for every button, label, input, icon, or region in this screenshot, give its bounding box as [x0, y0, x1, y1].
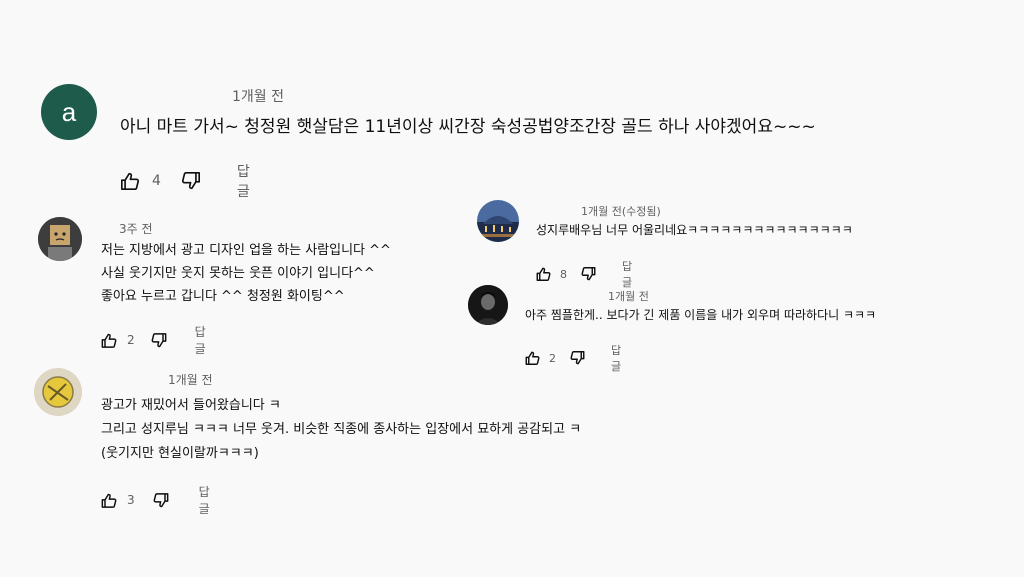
night-city-avatar-icon	[477, 200, 519, 242]
dislike-button[interactable]	[151, 332, 167, 348]
comment-actions: 2 답글	[101, 323, 210, 357]
comment-time[interactable]: 3주 전	[119, 220, 153, 237]
comment-line: 저는 지방에서 광고 디자인 업을 하는 사람입니다 ^^	[101, 243, 391, 258]
comment-line: (웃기지만 현실이랄까ㅋㅋㅋ)	[101, 446, 259, 461]
comment-text: 광고가 재밌어서 들어왔습니다 ㅋ 그리고 성지루님 ㅋㅋㅋ 너무 웃겨. 비슷…	[101, 394, 581, 466]
comment-line: 아주 찜플한게.. 보다가 긴 제품 이름을 내가 외우며 따라하다니 ㅋㅋㅋ	[525, 308, 877, 322]
comment-actions: 4 답글	[120, 161, 254, 201]
thumbs-down-icon	[570, 351, 585, 365]
thumbs-down-icon	[153, 492, 169, 507]
like-count: 4	[152, 173, 161, 189]
thumbs-up-icon	[536, 267, 551, 281]
comment-time[interactable]: 1개월 전(수정됨)	[581, 203, 661, 219]
comment-text: 저는 지방에서 광고 디자인 업을 하는 사람입니다 ^^ 사실 웃기지만 웃지…	[101, 239, 391, 308]
like-count: 2	[549, 351, 556, 365]
comment-line: 사실 웃기지만 웃지 못하는 웃픈 이야기 입니다^^	[101, 266, 375, 281]
avatar[interactable]: a	[41, 84, 97, 140]
comment-time[interactable]: 1개월 전	[608, 288, 649, 304]
dislike-button[interactable]	[181, 171, 201, 191]
dislike-button[interactable]	[570, 351, 585, 366]
person-dark-avatar-icon	[468, 285, 508, 325]
like-count: 3	[127, 493, 135, 507]
dislike-button[interactable]	[153, 492, 169, 508]
reply-button[interactable]: 답글	[622, 258, 634, 290]
thumbs-up-icon	[101, 333, 117, 348]
comment-line: 성지루배우님 너무 어울리네요ㅋㅋㅋㅋㅋㅋㅋㅋㅋㅋㅋㅋㅋㅋㅋ	[536, 223, 853, 237]
reply-button[interactable]: 답글	[237, 161, 254, 201]
like-button[interactable]	[525, 351, 540, 366]
reply-button[interactable]: 답글	[611, 342, 623, 374]
comment-line: 그리고 성지루님 ㅋㅋㅋ 너무 웃겨. 비슷한 직종에 종사하는 입장에서 묘하…	[101, 422, 582, 437]
like-button[interactable]	[101, 492, 117, 508]
comment-line: 아니 마트 가서~ 청정원 햇살담은 11년이상 씨간장 숙성공법양조간장 골드…	[120, 117, 816, 137]
thumbs-down-icon	[151, 332, 167, 347]
like-button[interactable]	[536, 267, 551, 282]
avatar-letter: a	[61, 96, 77, 127]
night-city-avatar[interactable]	[477, 200, 519, 242]
sticker-avatar-icon	[34, 368, 82, 416]
thumbs-down-icon	[181, 172, 200, 190]
comment-actions: 3 답글	[101, 483, 214, 517]
comment-actions: 2 답글	[525, 342, 623, 374]
reply-button[interactable]: 답글	[195, 323, 210, 357]
comment-text: 성지루배우님 너무 어울리네요ㅋㅋㅋㅋㅋㅋㅋㅋㅋㅋㅋㅋㅋㅋㅋ	[536, 221, 853, 240]
comment-time[interactable]: 1개월 전	[232, 86, 284, 106]
comment-actions: 8 답글	[536, 258, 634, 290]
comment-line: 좋아요 누르고 갑니다 ^^ 청정원 화이팅^^	[101, 289, 345, 304]
like-button[interactable]	[120, 171, 140, 191]
thumbs-up-icon	[121, 172, 140, 190]
boxhead-avatar[interactable]	[38, 217, 82, 261]
comment-line: 광고가 재밌어서 들어왔습니다 ㅋ	[101, 398, 281, 413]
thumbs-up-icon	[525, 351, 540, 365]
thumbs-up-icon	[101, 493, 117, 508]
reply-button[interactable]: 답글	[199, 483, 214, 517]
like-count: 2	[127, 333, 135, 347]
comment-text: 아니 마트 가서~ 청정원 햇살담은 11년이상 씨간장 숙성공법양조간장 골드…	[120, 114, 816, 140]
comment-text: 아주 찜플한게.. 보다가 긴 제품 이름을 내가 외우며 따라하다니 ㅋㅋㅋ	[525, 306, 876, 325]
boxhead-avatar-icon	[38, 217, 82, 261]
thumbs-down-icon	[581, 267, 596, 281]
like-count: 8	[560, 267, 567, 281]
sticker-avatar[interactable]	[34, 368, 82, 416]
person-dark-avatar[interactable]	[468, 285, 508, 325]
like-button[interactable]	[101, 332, 117, 348]
dislike-button[interactable]	[581, 267, 596, 282]
comment-time[interactable]: 1개월 전	[168, 371, 213, 388]
